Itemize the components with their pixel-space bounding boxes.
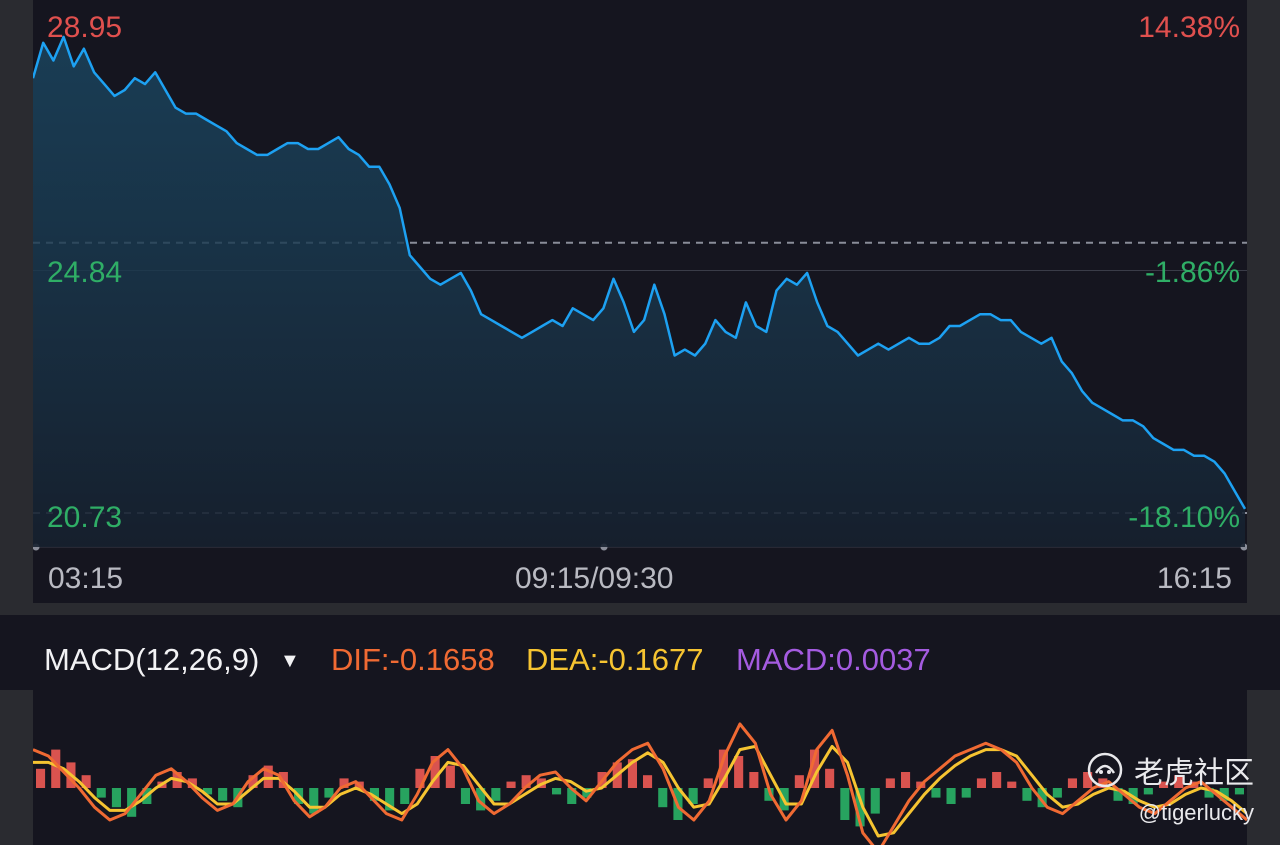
macd-histogram-bar bbox=[96, 788, 106, 798]
macd-histogram-bar bbox=[885, 778, 895, 788]
macd-histogram-bar bbox=[445, 765, 455, 788]
macd-histogram-bar bbox=[400, 788, 410, 804]
percent-axis-high-label: 14.38% bbox=[1138, 11, 1240, 44]
macd-chart bbox=[33, 722, 1247, 845]
price-axis-low-label: 20.73 bbox=[47, 501, 123, 534]
dif-line bbox=[33, 722, 1247, 845]
macd-histogram-bar bbox=[825, 768, 835, 788]
caret-down-icon: ▼ bbox=[279, 650, 300, 673]
macd-histogram-bar bbox=[703, 778, 713, 788]
macd-histogram-bar bbox=[460, 788, 470, 804]
macd-histogram-bar bbox=[976, 778, 986, 788]
tiger-logo-icon bbox=[1087, 752, 1123, 788]
price-chart-panel[interactable] bbox=[33, 0, 1247, 603]
macd-histogram-bar bbox=[901, 772, 911, 788]
macd-histogram-bar bbox=[111, 788, 121, 808]
dea-line bbox=[33, 744, 1247, 838]
price-chart bbox=[33, 35, 1247, 551]
macd-histogram-bar bbox=[1022, 788, 1032, 801]
macd-histogram-bar bbox=[1067, 778, 1077, 788]
macd-histogram-bar bbox=[794, 775, 804, 788]
macd-histogram-bar bbox=[552, 788, 562, 795]
macd-indicator-label: MACD(12,26,9) bbox=[44, 642, 260, 677]
macd-histogram-bar bbox=[961, 788, 971, 798]
percent-axis-low-label: -18.10% bbox=[1128, 501, 1240, 534]
time-axis-middle-label: 09:15/09:30 bbox=[515, 562, 674, 595]
time-axis-start-label: 03:15 bbox=[48, 562, 124, 595]
price-axis-high-label: 28.95 bbox=[47, 11, 123, 44]
macd-histogram-bar bbox=[992, 772, 1002, 788]
macd-dif-value: DIF:-0.1658 bbox=[331, 642, 495, 677]
watermark-logo-text: 老虎社区 bbox=[1134, 756, 1254, 791]
macd-histogram-bar bbox=[749, 772, 759, 788]
macd-indicator-selector[interactable]: MACD(12,26,9) ▼ bbox=[44, 642, 300, 678]
macd-histogram-bar bbox=[1052, 788, 1062, 798]
price-area-fill bbox=[33, 36, 1245, 548]
macd-histogram-bar bbox=[643, 775, 653, 788]
macd-chart-panel[interactable] bbox=[33, 690, 1247, 845]
macd-histogram-bar bbox=[658, 788, 668, 808]
macd-histogram-bar bbox=[491, 788, 501, 801]
macd-histogram-bar bbox=[840, 788, 850, 820]
macd-histogram-bar bbox=[309, 788, 319, 814]
macd-histogram-bar bbox=[506, 781, 516, 788]
macd-histogram-bar bbox=[218, 788, 228, 801]
macd-dea-value: DEA:-0.1677 bbox=[526, 642, 704, 677]
macd-histogram-bar bbox=[931, 788, 941, 798]
percent-axis-mid-label: -1.86% bbox=[1144, 256, 1240, 289]
watermark-handle: @tigerlucky bbox=[1138, 800, 1254, 825]
time-axis-end-label: 16:15 bbox=[1156, 562, 1232, 595]
macd-histogram-bar bbox=[1007, 781, 1017, 788]
macd-histogram-bar bbox=[36, 768, 46, 788]
macd-histogram-bar bbox=[946, 788, 956, 804]
price-axis-mid-label: 24.84 bbox=[47, 256, 123, 289]
macd-histogram-bar bbox=[870, 788, 880, 814]
macd-macd-value: MACD:0.0037 bbox=[736, 642, 931, 677]
watermark-logo: 老虎社区 bbox=[1086, 748, 1254, 792]
